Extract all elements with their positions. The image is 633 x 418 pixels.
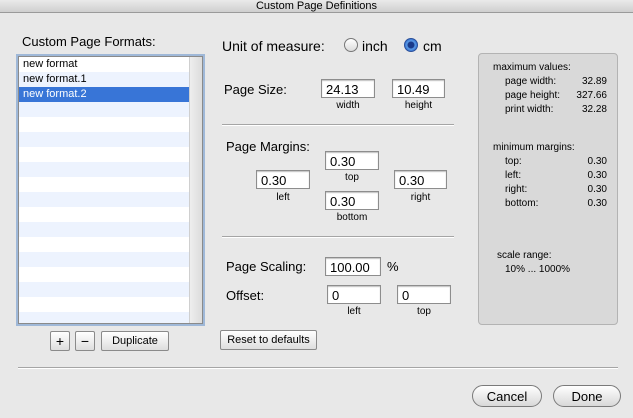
- max-page-width-value: 32.89: [581, 76, 607, 87]
- min-margins-heading: minimum margins:: [493, 142, 575, 153]
- list-item[interactable]: new format.1: [19, 72, 190, 87]
- offset-left-caption: left: [347, 306, 361, 317]
- unit-inch-radio[interactable]: [344, 38, 358, 52]
- scale-range-value: 10% ... 1000%: [505, 264, 571, 275]
- add-format-button[interactable]: +: [50, 331, 70, 351]
- done-button[interactable]: Done: [553, 385, 621, 407]
- info-panel: maximum values: page width: 32.89 page h…: [478, 53, 618, 325]
- margin-right-caption: right: [410, 192, 431, 203]
- min-left-value: 0.30: [587, 170, 607, 181]
- empty-row: [19, 312, 190, 323]
- formats-list[interactable]: new format new format.1 new format.2: [18, 56, 203, 324]
- scale-range-heading: scale range:: [497, 250, 552, 261]
- offset-top-caption: top: [417, 306, 431, 317]
- unit-inch-label[interactable]: inch: [362, 38, 388, 54]
- offset-top-field[interactable]: 0: [397, 285, 451, 304]
- empty-row: [19, 132, 190, 147]
- page-scaling-field[interactable]: 100.00: [325, 257, 381, 276]
- offset-label: Offset:: [226, 288, 265, 303]
- formats-heading: Custom Page Formats:: [22, 34, 156, 49]
- max-print-width-label: print width:: [505, 104, 554, 115]
- empty-row: [19, 162, 190, 177]
- margin-right-field[interactable]: 0.30: [394, 170, 447, 189]
- page-margins-label: Page Margins:: [226, 139, 310, 154]
- empty-row: [19, 282, 190, 297]
- empty-row: [19, 267, 190, 282]
- margin-bottom-field[interactable]: 0.30: [325, 191, 379, 210]
- min-right-value: 0.30: [587, 184, 607, 195]
- min-top-value: 0.30: [587, 156, 607, 167]
- offset-left-field[interactable]: 0: [327, 285, 381, 304]
- empty-row: [19, 252, 190, 267]
- max-page-width-label: page width:: [505, 76, 557, 87]
- empty-row: [19, 207, 190, 222]
- page-scaling-label: Page Scaling:: [226, 259, 307, 274]
- window-title: Custom Page Definitions: [0, 0, 633, 13]
- reset-defaults-button[interactable]: Reset to defaults: [220, 330, 317, 350]
- list-scrollbar[interactable]: [189, 57, 202, 323]
- unit-cm-label[interactable]: cm: [423, 38, 442, 54]
- empty-row: [19, 177, 190, 192]
- divider: [222, 124, 454, 126]
- min-bottom-label: bottom:: [505, 198, 539, 209]
- margin-left-field[interactable]: 0.30: [256, 170, 310, 189]
- margin-top-field[interactable]: 0.30: [325, 151, 379, 170]
- unit-label: Unit of measure:: [222, 38, 325, 54]
- divider: [222, 236, 454, 238]
- page-height-field[interactable]: 10.49: [392, 79, 445, 98]
- empty-row: [19, 192, 190, 207]
- page-height-caption: height: [404, 100, 433, 111]
- min-bottom-value: 0.30: [587, 198, 607, 209]
- empty-row: [19, 237, 190, 252]
- footer-divider: [18, 367, 618, 369]
- empty-row: [19, 102, 190, 117]
- page-width-field[interactable]: 24.13: [321, 79, 375, 98]
- cancel-button[interactable]: Cancel: [472, 385, 542, 407]
- min-right-label: right:: [505, 184, 528, 195]
- max-page-height-value: 327.66: [576, 90, 607, 101]
- max-values-heading: maximum values:: [493, 62, 571, 73]
- margin-bottom-caption: bottom: [336, 212, 368, 223]
- empty-row: [19, 117, 190, 132]
- list-item-selected[interactable]: new format.2: [19, 87, 190, 102]
- min-left-label: left:: [505, 170, 522, 181]
- page-size-label: Page Size:: [224, 82, 287, 97]
- margin-top-caption: top: [345, 172, 359, 183]
- page-width-caption: width: [336, 100, 360, 111]
- empty-row: [19, 297, 190, 312]
- empty-row: [19, 147, 190, 162]
- scaling-unit: %: [387, 259, 399, 274]
- max-print-width-value: 32.28: [581, 104, 607, 115]
- margin-left-caption: left: [276, 192, 290, 203]
- min-top-label: top:: [505, 156, 522, 167]
- list-item[interactable]: new format: [19, 57, 190, 72]
- empty-row: [19, 222, 190, 237]
- duplicate-button[interactable]: Duplicate: [101, 331, 169, 351]
- unit-cm-radio[interactable]: [404, 38, 418, 52]
- max-page-height-label: page height:: [505, 90, 561, 101]
- remove-format-button[interactable]: −: [75, 331, 95, 351]
